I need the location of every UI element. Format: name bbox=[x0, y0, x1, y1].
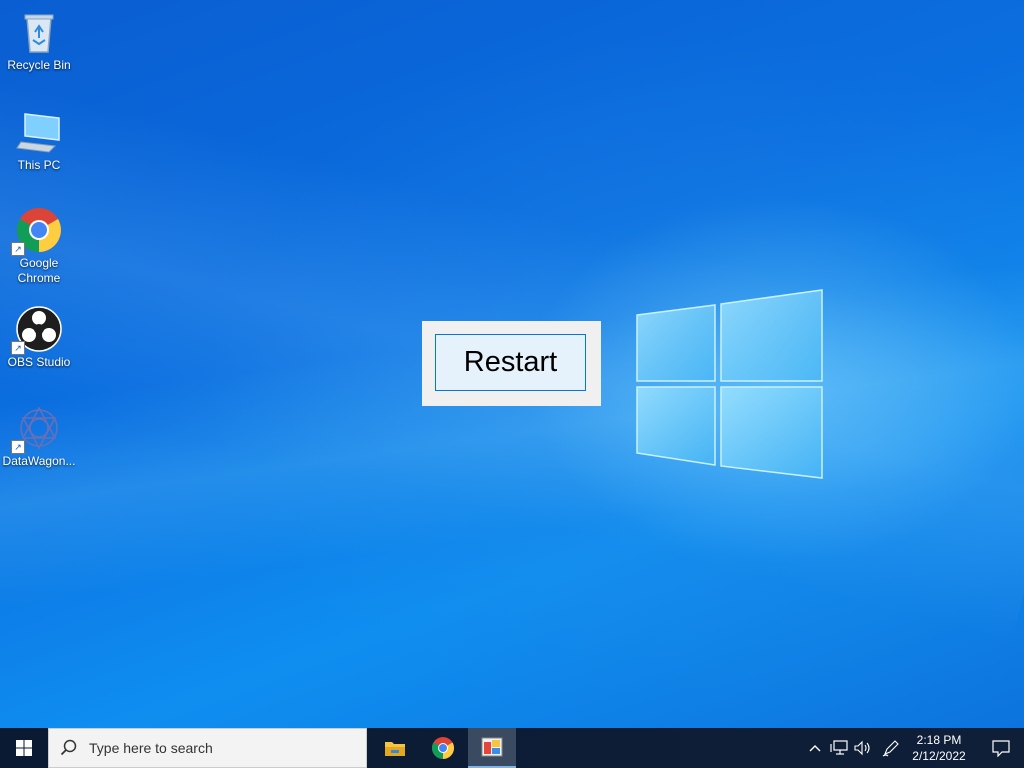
desktop-icon-label: DataWagon... bbox=[2, 454, 76, 468]
app-icon bbox=[481, 737, 503, 757]
notification-icon bbox=[992, 740, 1010, 757]
desktop-icon-datawagon[interactable]: ↗ DataWagon... bbox=[1, 404, 77, 469]
search-icon bbox=[60, 739, 77, 756]
taskbar-chrome[interactable] bbox=[419, 728, 467, 768]
file-explorer-icon bbox=[385, 742, 405, 756]
start-button[interactable] bbox=[0, 728, 48, 768]
shortcut-arrow-icon: ↗ bbox=[11, 341, 25, 355]
taskbar-file-explorer[interactable] bbox=[371, 728, 419, 768]
desktop-icon-label: Recycle Bin bbox=[7, 58, 71, 72]
computer-icon bbox=[16, 113, 60, 153]
desktop-icon-google-chrome[interactable]: ↗ Google Chrome bbox=[1, 206, 77, 286]
taskbar: Type here to search 2:18 PM 2/12/2022 bbox=[0, 728, 1024, 768]
volume-tray-button[interactable] bbox=[852, 728, 874, 768]
desktop-icon-this-pc[interactable]: This PC bbox=[1, 108, 77, 173]
recycle-bin-icon bbox=[24, 14, 54, 53]
windows-start-icon bbox=[16, 740, 32, 756]
clock-date: 2/12/2022 bbox=[912, 749, 966, 763]
windows-logo-wallpaper bbox=[636, 289, 823, 479]
desktop-icon-recycle-bin[interactable]: Recycle Bin bbox=[1, 8, 77, 73]
search-placeholder: Type here to search bbox=[89, 740, 213, 756]
taskbar-active-app[interactable] bbox=[468, 728, 516, 768]
shortcut-arrow-icon: ↗ bbox=[11, 440, 25, 454]
chevron-up-icon bbox=[809, 745, 821, 752]
show-hidden-icons-button[interactable] bbox=[806, 728, 824, 768]
desktop-icon-label: OBS Studio bbox=[7, 355, 71, 369]
pen-tray-button[interactable] bbox=[880, 728, 902, 768]
action-center-button[interactable] bbox=[978, 728, 1024, 768]
restart-button[interactable]: Restart bbox=[435, 334, 586, 391]
shortcut-arrow-icon: ↗ bbox=[11, 242, 25, 256]
network-icon bbox=[830, 740, 848, 755]
restart-dialog: Restart bbox=[422, 321, 601, 406]
network-tray-button[interactable] bbox=[828, 728, 850, 768]
clock-time: 2:18 PM bbox=[916, 733, 962, 747]
search-box[interactable]: Type here to search bbox=[48, 728, 367, 768]
system-clock[interactable]: 2:18 PM 2/12/2022 bbox=[900, 728, 978, 768]
desktop-icon-label: This PC bbox=[17, 158, 61, 172]
chrome-icon bbox=[432, 737, 454, 759]
speaker-icon bbox=[854, 740, 870, 756]
pen-icon bbox=[882, 740, 899, 757]
desktop-icon-label: Google Chrome bbox=[17, 256, 61, 285]
desktop-icon-obs-studio[interactable]: ↗ OBS Studio bbox=[1, 305, 77, 370]
desktop: Recycle Bin This PC ↗ Google Chrome ↗ OB… bbox=[0, 0, 1024, 728]
